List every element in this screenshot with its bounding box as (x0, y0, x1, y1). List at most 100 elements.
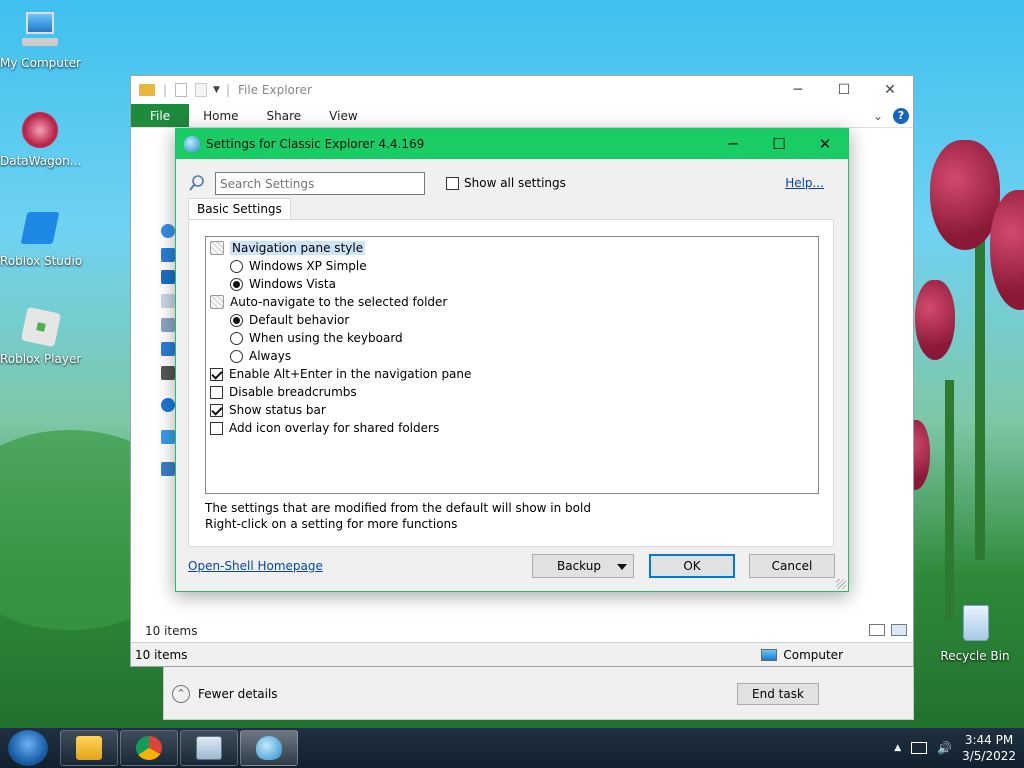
show-all-settings-checkbox[interactable]: Show all settings (446, 176, 566, 190)
explorer-titlebar[interactable]: | ▼ | File Explorer ─ ☐ ✕ (131, 76, 913, 104)
end-task-button[interactable]: End task (737, 683, 819, 705)
settings-checkbox-row[interactable]: Disable breadcrumbs (206, 383, 818, 401)
new-folder-icon[interactable] (195, 83, 208, 97)
taskbar-task-manager[interactable] (180, 730, 238, 766)
resize-grip[interactable] (836, 579, 846, 589)
onedrive-icon[interactable] (161, 398, 175, 412)
show-all-settings-label: Show all settings (464, 176, 566, 190)
radio-button[interactable] (230, 277, 243, 291)
desktop-icon-my-computer[interactable]: My Computer (0, 10, 81, 70)
properties-icon[interactable] (175, 83, 188, 97)
taskbar-open-shell-settings[interactable] (240, 730, 298, 766)
settings-radio-row[interactable]: Default behavior (206, 311, 818, 329)
videos-icon[interactable] (161, 366, 175, 380)
checkbox[interactable] (210, 367, 223, 381)
settings-dialog[interactable]: Settings for Classic Explorer 4.4.169 ─ … (175, 128, 849, 592)
task-manager-footer: ⌃ Fewer details End task (163, 667, 914, 720)
checkbox[interactable] (446, 176, 459, 190)
help-icon[interactable]: ? (893, 107, 909, 124)
details-view-icon[interactable] (869, 624, 885, 636)
settings-group-row[interactable]: Navigation pane style (206, 239, 818, 257)
backup-button[interactable]: Backup (532, 554, 634, 578)
settings-notes: The settings that are modified from the … (205, 500, 591, 532)
system-tray: ▲ 🔊 3:44 PM 3/5/2022 (894, 732, 1016, 764)
recycle-bin-icon (953, 603, 997, 647)
this-pc-icon[interactable] (161, 430, 175, 444)
settings-radio-row[interactable]: When using the keyboard (206, 329, 818, 347)
taskbar-chrome[interactable] (120, 730, 178, 766)
taskbar-file-explorer[interactable] (60, 730, 118, 766)
datawagon-icon (18, 108, 62, 152)
radio-button[interactable] (230, 349, 243, 363)
downloads-icon[interactable] (161, 270, 175, 284)
clock-date: 3/5/2022 (962, 749, 1016, 763)
help-link[interactable]: Help... (785, 176, 824, 190)
customize-toolbar-icon[interactable]: ▼ (213, 85, 220, 95)
tab-view[interactable]: View (315, 104, 371, 127)
close-button[interactable]: ✕ (802, 135, 848, 153)
desktop-icon-recycle-bin[interactable]: Recycle Bin (935, 603, 1015, 663)
desktop-icon-roblox-studio[interactable]: Roblox Studio (0, 208, 82, 268)
documents-icon[interactable] (161, 294, 175, 308)
radio-button[interactable] (230, 259, 243, 273)
tab-file[interactable]: File (131, 104, 190, 127)
search-input[interactable] (215, 172, 425, 195)
desktop-folder-icon[interactable] (161, 248, 175, 262)
taskbar: ▲ 🔊 3:44 PM 3/5/2022 (0, 728, 1024, 768)
pictures-icon[interactable] (161, 318, 175, 332)
desktop-icon-datawagon[interactable]: DataWagon... (0, 108, 82, 168)
tab-home[interactable]: Home (189, 104, 252, 127)
desktop-icon-label: My Computer (0, 56, 81, 70)
setting-label: Windows XP Simple (249, 259, 367, 273)
close-button[interactable]: ✕ (867, 82, 913, 98)
settings-group-row[interactable]: Auto-navigate to the selected folder (206, 293, 818, 311)
computer-icon (761, 648, 778, 661)
show-hidden-icons-icon[interactable]: ▲ (894, 743, 901, 753)
checkbox[interactable] (210, 403, 223, 417)
radio-button[interactable] (230, 331, 243, 345)
settings-radio-row[interactable]: Always (206, 347, 818, 365)
tab-share[interactable]: Share (253, 104, 316, 127)
setting-label: Windows Vista (249, 277, 336, 291)
computer-icon (18, 10, 62, 54)
settings-radio-row[interactable]: Windows XP Simple (206, 257, 818, 275)
checkbox[interactable] (210, 421, 223, 435)
radio-button[interactable] (230, 313, 243, 327)
minimize-button[interactable]: ─ (775, 82, 821, 98)
maximize-button[interactable]: ☐ (821, 82, 867, 98)
settings-panel: Navigation pane style Windows XP Simple Wi… (188, 219, 834, 547)
roblox-studio-icon (18, 208, 62, 252)
ok-button[interactable]: OK (649, 554, 735, 578)
music-icon[interactable] (161, 342, 175, 356)
network-icon[interactable] (911, 742, 928, 754)
clock[interactable]: 3:44 PM 3/5/2022 (962, 732, 1016, 764)
title-separator: | (225, 83, 231, 97)
large-icons-view-icon[interactable] (891, 624, 907, 636)
note-right-click: Right-click on a setting for more functi… (205, 517, 458, 531)
settings-radio-row[interactable]: Windows Vista (206, 275, 818, 293)
settings-checkbox-row[interactable]: Show status bar (206, 401, 818, 419)
tab-basic-settings[interactable]: Basic Settings (188, 198, 291, 219)
quick-access-star-icon[interactable] (161, 224, 175, 238)
settings-tree[interactable]: Navigation pane style Windows XP Simple Wi… (205, 236, 819, 494)
setting-label: Navigation pane style (230, 241, 366, 255)
settings-checkbox-row[interactable]: Enable Alt+Enter in the navigation pane (206, 365, 818, 383)
start-button[interactable] (8, 730, 48, 766)
settings-checkbox-row[interactable]: Add icon overlay for shared folders (206, 419, 818, 437)
status-location-label: Computer (783, 647, 843, 662)
chevron-down-icon[interactable]: ⌄ (873, 109, 883, 123)
desktop-icon-label: DataWagon... (0, 154, 82, 168)
checkbox[interactable] (210, 385, 223, 399)
volume-icon[interactable]: 🔊 (937, 741, 952, 755)
setting-label: Add icon overlay for shared folders (229, 421, 440, 435)
open-shell-homepage-link[interactable]: Open-Shell Homepage (188, 559, 323, 573)
ribbon-tabs: File Home Share View ⌄ ? (131, 104, 913, 128)
setting-label: Show status bar (229, 403, 326, 417)
desktop-icon-roblox-player[interactable]: Roblox Player (0, 306, 81, 366)
network-icon[interactable] (161, 462, 175, 476)
maximize-button[interactable]: ☐ (756, 135, 802, 153)
minimize-button[interactable]: ─ (710, 135, 756, 153)
fewer-details-button[interactable]: ⌃ Fewer details (172, 685, 278, 703)
cancel-button[interactable]: Cancel (749, 554, 835, 578)
dialog-titlebar[interactable]: Settings for Classic Explorer 4.4.169 ─ … (176, 129, 848, 159)
